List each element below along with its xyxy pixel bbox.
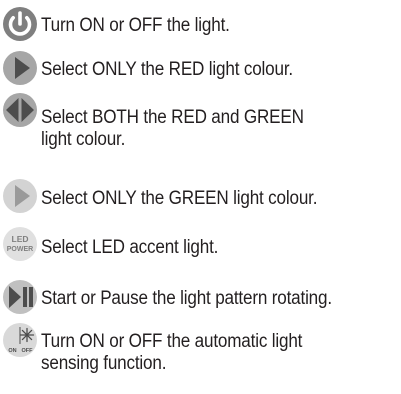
item-text: Select ONLY the GREEN light colour.: [41, 188, 318, 209]
light-sensor-icon: ON OFF: [2, 322, 38, 358]
led-label: LED: [12, 234, 29, 244]
play-pause-icon: [2, 279, 38, 315]
item-text-line-2: light colour.: [41, 129, 126, 150]
led-power-icon: LED POWER: [2, 226, 38, 262]
item-text: Select LED accent light.: [41, 237, 219, 258]
item-text-line-1: Turn ON or OFF the automatic light: [41, 331, 303, 352]
item-text: Turn ON or OFF the light.: [41, 15, 230, 36]
power-icon: [2, 6, 38, 42]
on-label: ON: [8, 348, 16, 354]
off-label: OFF: [22, 348, 34, 354]
item-text-line-2: sensing function.: [41, 353, 167, 374]
green-only-icon: [2, 178, 38, 214]
item-text-line-1: Select BOTH the RED and GREEN: [41, 107, 304, 128]
instruction-sheet: { "items": [ { "icon": "power-icon", "te…: [0, 0, 401, 394]
item-text: Start or Pause the light pattern rotatin…: [41, 288, 332, 309]
item-text: Select ONLY the RED light colour.: [41, 59, 293, 80]
red-only-icon: [2, 50, 38, 86]
red-and-green-icon: [2, 92, 38, 128]
power-label: POWER: [7, 246, 33, 253]
